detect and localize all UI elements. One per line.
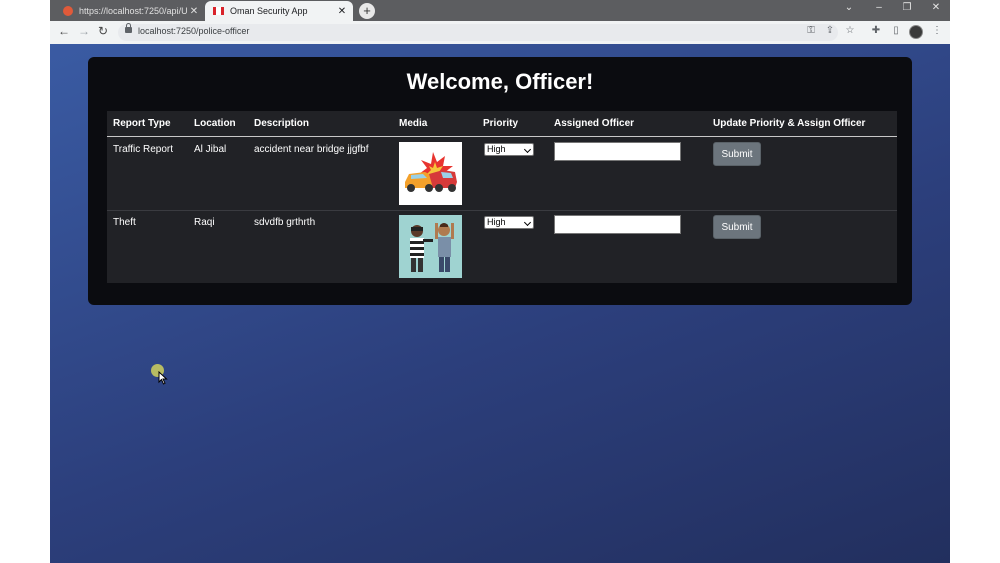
close-tab-icon[interactable]: ✕	[187, 6, 201, 17]
assigned-officer-input[interactable]	[554, 215, 681, 234]
menu-kebab-icon[interactable]: ⋮	[930, 25, 944, 36]
tab-search-icon[interactable]: ⌄	[841, 2, 857, 13]
column-header-priority: Priority	[483, 118, 519, 129]
back-icon[interactable]: ←	[56, 24, 72, 38]
cell-description: sdvdfb grthrth	[254, 217, 316, 228]
page-background: Welcome, Officer! Report Type Location D…	[50, 44, 950, 563]
share-icon[interactable]: ⇪	[823, 25, 837, 36]
site-favicon-icon	[63, 6, 73, 16]
minimize-icon[interactable]: –	[871, 2, 887, 13]
car-accident-image	[399, 142, 462, 205]
key-icon[interactable]: ⚿	[804, 25, 818, 36]
cell-report-type: Theft	[113, 217, 136, 228]
reload-icon[interactable]: ↻	[95, 24, 111, 38]
cell-report-type: Traffic Report	[113, 144, 174, 155]
column-header-location: Location	[194, 118, 236, 129]
flag-favicon-icon	[213, 7, 224, 15]
url-text: localhost:7250/police-officer	[138, 26, 250, 36]
restore-icon[interactable]: ❐	[899, 2, 915, 13]
row-divider	[107, 210, 897, 211]
submit-button[interactable]: Submit	[713, 215, 761, 239]
tab-oman-security-app[interactable]: Oman Security App ✕	[205, 1, 353, 21]
officer-dashboard-card: Welcome, Officer! Report Type Location D…	[88, 57, 912, 305]
lock-icon	[125, 23, 132, 33]
browser-toolbar: ← → ↻ localhost:7250/police-officer ⚿ ⇪ …	[50, 21, 950, 45]
theft-image	[399, 215, 462, 278]
browser-window: https://localhost:7250/api/User/ ✕ Oman …	[50, 0, 950, 563]
close-tab-icon[interactable]: ✕	[335, 6, 349, 17]
submit-button[interactable]: Submit	[713, 142, 761, 166]
profile-avatar[interactable]	[909, 25, 923, 39]
side-panel-icon[interactable]: ▯	[889, 25, 903, 36]
priority-select[interactable]: High	[484, 143, 534, 156]
column-header-report-type: Report Type	[113, 118, 171, 129]
column-header-media: Media	[399, 118, 428, 129]
cell-description: accident near bridge jjgfbf	[254, 144, 369, 155]
page-title: Welcome, Officer!	[406, 69, 594, 94]
address-bar[interactable]: localhost:7250/police-officer	[118, 23, 838, 41]
tab-strip: https://localhost:7250/api/User/ ✕ Oman …	[50, 0, 950, 21]
forward-icon[interactable]: →	[76, 24, 92, 38]
extensions-icon[interactable]: ✚	[869, 25, 883, 36]
close-window-icon[interactable]: ✕	[928, 2, 944, 13]
column-header-assigned-officer: Assigned Officer	[554, 118, 635, 129]
cell-location: Raqi	[194, 217, 215, 228]
tab-title: Oman Security App	[230, 6, 308, 16]
bookmark-star-icon[interactable]: ☆	[843, 25, 857, 36]
new-tab-button[interactable]: +	[359, 3, 375, 19]
column-header-description: Description	[254, 118, 310, 129]
column-header-update: Update Priority & Assign Officer	[713, 118, 866, 129]
mouse-pointer-icon	[158, 371, 168, 385]
assigned-officer-input[interactable]	[554, 142, 681, 161]
priority-select[interactable]: High	[484, 216, 534, 229]
tab-title: https://localhost:7250/api/User/	[79, 6, 187, 16]
cell-location: Al Jibal	[194, 144, 227, 155]
header-divider	[107, 136, 897, 137]
tab-api-user[interactable]: https://localhost:7250/api/User/ ✕	[55, 1, 205, 21]
